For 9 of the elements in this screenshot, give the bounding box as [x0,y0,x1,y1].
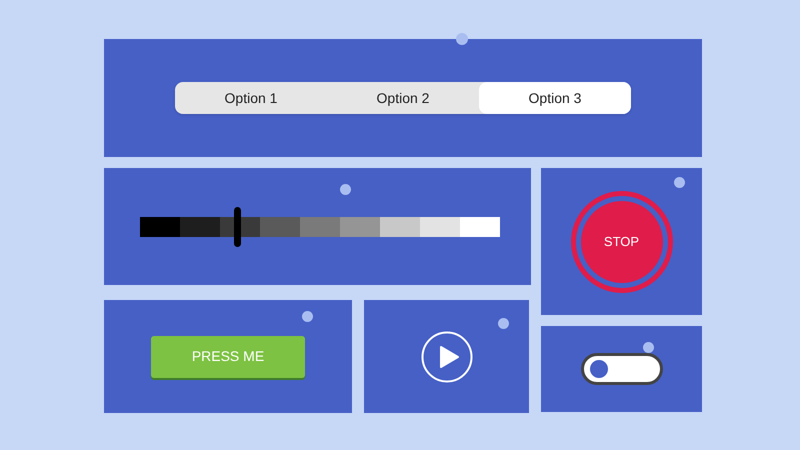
toggle-switch[interactable] [580,353,662,385]
play-button[interactable] [420,330,472,382]
stop-button[interactable]: STOP [580,200,662,282]
option-tab[interactable]: Option 2 [327,82,479,114]
toggle-knob [590,360,608,378]
slider-thumb[interactable] [234,206,242,246]
option-tab[interactable]: Option 3 [479,82,631,114]
grayscale-slider[interactable] [140,206,500,246]
option-tab[interactable]: Option 1 [175,82,327,114]
